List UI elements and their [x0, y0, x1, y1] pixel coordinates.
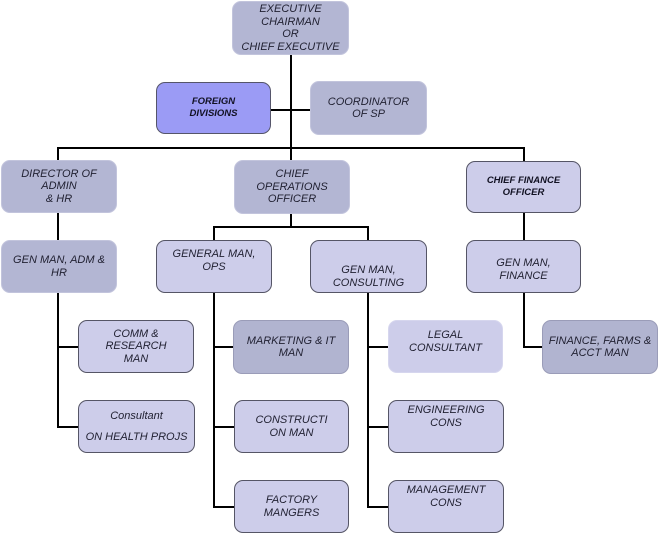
node-label: FINANCE, FARMS & [548, 334, 652, 347]
node-label: MARKETING & IT [246, 334, 336, 347]
node-label: OR [282, 28, 299, 40]
node-label: EXECUTIVE CHAIRMAN [259, 3, 322, 28]
node-label: LEGAL CONSULTANT [409, 329, 482, 354]
node-label: Consultant [110, 409, 163, 422]
node-label: GENERAL MAN, [172, 248, 256, 260]
node-gen-man-consulting[interactable]: GEN MAN, CONSULTING [310, 240, 427, 293]
node-gen-man-adm[interactable]: GEN MAN, ADM & HR [1, 240, 117, 293]
node-label: GEN MAN, [341, 264, 396, 276]
node-marketing-it[interactable]: MARKETING & IT MAN [233, 320, 349, 374]
node-label: COORDINATOR [327, 95, 410, 108]
node-factory[interactable]: FACTORY MANGERS [234, 480, 349, 533]
node-label: GEN MAN, ADM & [13, 254, 105, 266]
node-label: DIVISIONS [189, 108, 238, 119]
node-label: MAN [278, 347, 304, 359]
node-director-admin[interactable]: DIRECTOR OF ADMIN & HR [1, 160, 117, 213]
node-label: GEN MAN, FINANCE [496, 257, 551, 282]
node-label: CHIEF OPERATIONS [256, 168, 328, 193]
node-engineering[interactable]: ENGINEERING CONS [388, 400, 504, 453]
node-label: RESEARCH [105, 340, 167, 353]
node-gen-man-finance[interactable]: GEN MAN, FINANCE [466, 240, 581, 293]
node-label: OPS [202, 260, 226, 273]
node-label: ON HEALTH PROJS [85, 431, 188, 443]
node-label: MANAGEMENT CONS [406, 484, 486, 509]
node-label: CHIEF EXECUTIVE [241, 40, 340, 53]
node-label: FOREIGN [191, 96, 236, 107]
node-label: CONSULTING [332, 276, 405, 289]
node-label: CONSTRUCTI [255, 414, 328, 426]
node-label: FACTORY [265, 494, 318, 506]
node-cfo[interactable]: CHIEF FINANCE OFFICER [466, 161, 581, 213]
node-executive[interactable]: EXECUTIVE CHAIRMAN OR CHIEF EXECUTIVE [232, 1, 349, 55]
node-label: CHIEF FINANCE [486, 175, 561, 186]
node-label: ENGINEERING CONS [407, 404, 485, 429]
node-label: DIRECTOR OF ADMIN [21, 167, 97, 193]
node-legal[interactable]: LEGAL CONSULTANT [388, 320, 503, 373]
node-label: HR [51, 266, 67, 279]
node-foreign-divisions[interactable]: FOREIGN DIVISIONS [156, 82, 271, 134]
node-coordinator[interactable]: COORDINATOR OF SP [310, 81, 427, 135]
node-construction[interactable]: CONSTRUCTI ON MAN [234, 400, 349, 453]
node-label: MAN [123, 352, 149, 365]
node-management[interactable]: MANAGEMENT CONS [388, 480, 504, 533]
node-label: ACCT MAN [571, 347, 629, 359]
node-label: OFFICER [502, 187, 545, 198]
node-label: OF SP [352, 108, 385, 120]
node-label: COMM & [113, 327, 159, 340]
node-label: OFFICER [267, 193, 317, 206]
node-finance-farms[interactable]: FINANCE, FARMS & ACCT MAN [542, 320, 658, 374]
node-comm-research[interactable]: COMM & RESEARCH MAN [78, 320, 194, 373]
node-label: & HR [45, 192, 73, 205]
node-consultant-health[interactable]: Consultant ON HEALTH PROJS [78, 400, 195, 453]
node-label: ON MAN [269, 426, 314, 439]
node-coo[interactable]: CHIEF OPERATIONS OFFICER [234, 160, 350, 214]
node-general-man-ops[interactable]: GENERAL MAN, OPS [156, 240, 272, 293]
node-label: MANGERS [263, 506, 320, 519]
